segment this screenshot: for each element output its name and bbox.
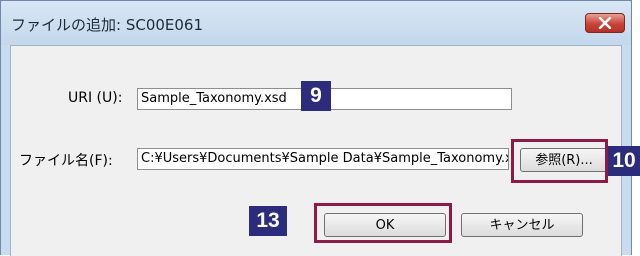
annotation-highlight-browse bbox=[511, 139, 608, 183]
dialog-title: ファイルの追加: SC00E061 bbox=[11, 16, 204, 34]
file-name-input[interactable]: C:¥Users¥Documents¥Sample Data¥Sample_Ta… bbox=[137, 148, 509, 170]
annotation-badge-browse: 10 bbox=[608, 146, 640, 176]
cancel-button[interactable]: キャンセル bbox=[461, 213, 583, 237]
close-x-icon bbox=[598, 17, 612, 29]
close-button[interactable] bbox=[585, 13, 625, 33]
annotation-badge-ok: 13 bbox=[249, 206, 287, 236]
title-bar: ファイルの追加: SC00E061 bbox=[1, 1, 631, 45]
annotation-badge-uri: 9 bbox=[301, 81, 331, 111]
uri-label: URI (U): bbox=[68, 90, 123, 106]
file-name-label: ファイル名(F): bbox=[19, 153, 113, 169]
annotation-highlight-ok bbox=[314, 203, 452, 243]
